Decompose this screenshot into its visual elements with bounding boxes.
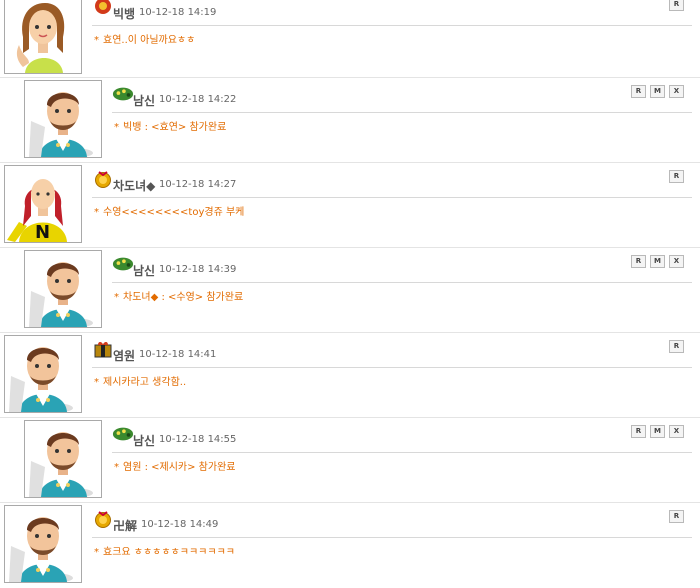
comment-actions: R [669,340,684,353]
header-divider [112,452,692,453]
gold-medal-icon [92,170,111,187]
bullet-star: * [94,547,99,558]
header-divider [112,112,692,113]
header-divider [92,537,692,538]
avatar[interactable] [4,335,82,413]
comment-author[interactable]: 염원 [113,347,135,364]
comment-date: 10-12-18 14:55 [159,434,237,445]
bullet-star: * [94,35,99,46]
comment-actions: RMX [631,85,684,98]
red-flower-icon [92,0,111,14]
gold-medal-icon [92,510,111,527]
modify-button[interactable]: M [650,85,665,98]
comment-author[interactable]: 차도녀◆ [113,177,155,194]
modify-button[interactable]: M [650,255,665,268]
comment-date: 10-12-18 14:27 [159,179,237,190]
reply-button[interactable]: R [669,0,684,11]
comment-text: * 수영<<<<<<<<toy경쥬 부케 [94,203,244,218]
comment-date: 10-12-18 14:39 [159,264,237,275]
bullet-star: * [114,292,119,303]
green-dragon-icon [112,425,131,442]
bullet-star: * [94,377,99,388]
reply-button[interactable]: R [631,425,646,438]
comment-text: * 효크요 ㅎㅎㅎㅎㅎㅋㅋㅋㅋㅋㅋ [94,543,235,558]
comment-body: 차도녀◆ : <수영> 참가완료 [123,292,244,303]
header-divider [92,367,692,368]
reply-button[interactable]: R [631,85,646,98]
comment-body: 염원 : <제시카> 참가완료 [123,462,236,473]
delete-button[interactable]: X [669,425,684,438]
comment-author[interactable]: 남신 [133,92,155,109]
green-dragon-icon [112,255,131,272]
header-divider [92,25,692,26]
comment-body: 효연..이 아닐까요ㅎㅎ [103,35,196,46]
avatar[interactable] [24,250,102,328]
gift-box-icon [92,340,111,357]
comment-date: 10-12-18 14:22 [159,94,237,105]
comment-date: 10-12-18 14:49 [141,519,219,530]
bullet-star: * [114,462,119,473]
comment-text: * 제시카라고 생각함.. [94,373,186,388]
comment-text: * 염원 : <제시카> 참가완료 [114,458,235,473]
delete-button[interactable]: X [669,255,684,268]
comment-author[interactable]: 빅뱅 [113,5,135,22]
reply-button[interactable]: R [669,340,684,353]
avatar[interactable] [4,505,82,583]
delete-button[interactable]: X [669,85,684,98]
comment-item: 빅뱅 10-12-18 14:19 R * 효연..이 아닐까요ㅎㅎ [0,0,700,78]
comment-author[interactable]: 卍解 [113,517,137,534]
comment-text: * 차도녀◆ : <수영> 참가완료 [114,288,243,303]
comment-body: 제시카라고 생각함.. [103,377,187,388]
reply-button[interactable]: R [669,510,684,523]
avatar[interactable] [24,420,102,498]
reply-button[interactable]: R [669,170,684,183]
bullet-star: * [114,122,119,133]
comment-actions: RMX [631,255,684,268]
header-divider [112,282,692,283]
comment-actions: RMX [631,425,684,438]
avatar[interactable] [24,80,102,158]
comment-item: 남신 10-12-18 14:39 R M X * 차도녀◆ : <수영> 참가완료 [0,248,700,333]
comment-item: 남신 10-12-18 14:22 R M X * 빅뱅 : <효연> 참가완료 [0,78,700,163]
comment-date: 10-12-18 14:19 [139,7,217,18]
comment-author[interactable]: 남신 [133,262,155,279]
comment-item: 차도녀◆ 10-12-18 14:27 R * 수영<<<<<<<<toy경쥬 부케 [0,163,700,248]
comment-date: 10-12-18 14:41 [139,349,217,360]
comment-body: 효크요 ㅎㅎㅎㅎㅎㅋㅋㅋㅋㅋㅋ [103,547,235,558]
reply-button[interactable]: R [631,255,646,268]
comment-body: 수영<<<<<<<<toy경쥬 부케 [103,207,245,218]
comment-item: 염원 10-12-18 14:41 R * 제시카라고 생각함.. [0,333,700,418]
header-divider [92,197,692,198]
comment-text: * 효연..이 아닐까요ㅎㅎ [94,31,195,46]
avatar[interactable] [4,0,82,74]
comment-actions: R [669,510,684,523]
bullet-star: * [94,207,99,218]
comment-text: * 빅뱅 : <효연> 참가완료 [114,118,226,133]
comment-item: 卍解 10-12-18 14:49 R * 효크요 ㅎㅎㅎㅎㅎㅋㅋㅋㅋㅋㅋ [0,503,700,588]
comment-body: 빅뱅 : <효연> 참가완료 [123,122,227,133]
green-dragon-icon [112,85,131,102]
avatar[interactable] [4,165,82,243]
modify-button[interactable]: M [650,425,665,438]
comment-actions: R [669,170,684,183]
comment-author[interactable]: 남신 [133,432,155,449]
comment-item: 남신 10-12-18 14:55 R M X * 염원 : <제시카> 참가완료 [0,418,700,503]
comment-actions: R [669,0,684,11]
